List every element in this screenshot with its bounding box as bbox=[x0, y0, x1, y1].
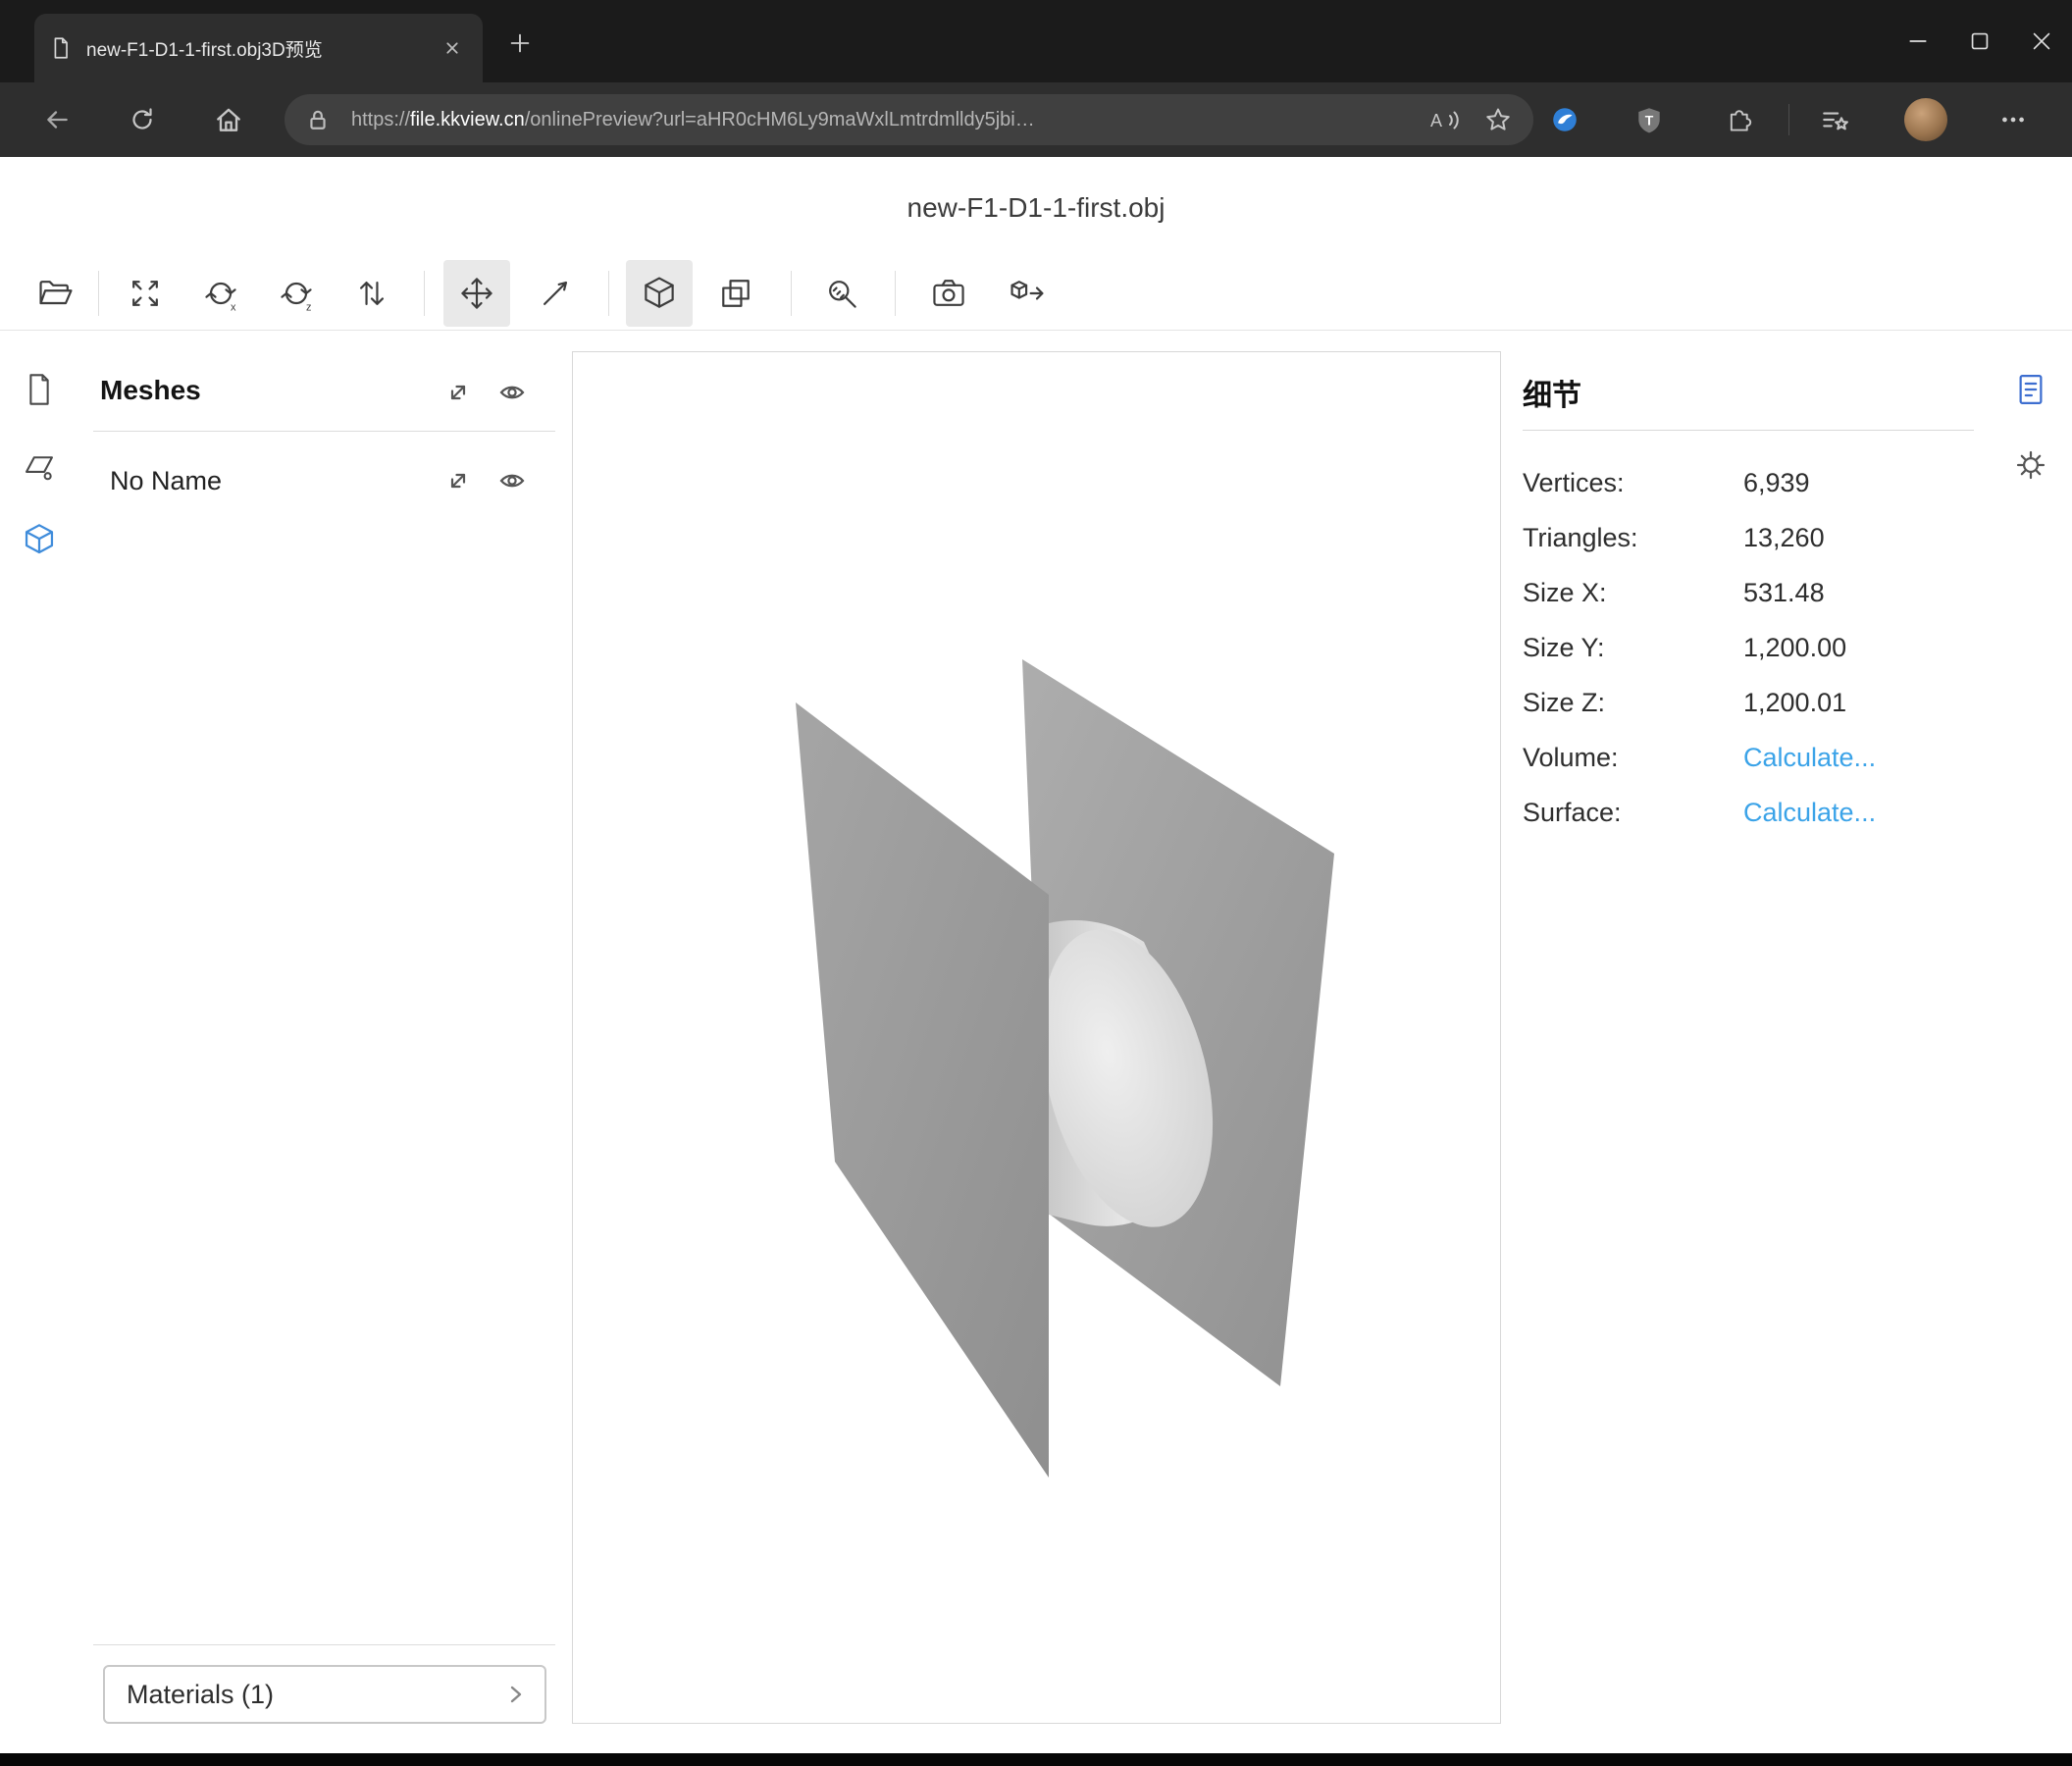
file-icon bbox=[48, 34, 74, 62]
new-tab-icon[interactable] bbox=[498, 22, 542, 65]
screenshot-icon[interactable] bbox=[915, 260, 982, 327]
orthographic-view-icon[interactable] bbox=[702, 260, 769, 327]
rotate-x-icon[interactable]: x bbox=[187, 260, 254, 327]
toolbar-separator bbox=[98, 271, 99, 316]
model-left-plane bbox=[796, 702, 1049, 1478]
lock-icon bbox=[306, 108, 330, 131]
mesh-list-item[interactable]: No Name bbox=[110, 466, 222, 496]
toolbar-separator bbox=[424, 271, 425, 316]
maximize-button[interactable] bbox=[1948, 0, 2010, 82]
panel-divider bbox=[93, 1644, 555, 1645]
fit-item-icon[interactable] bbox=[439, 461, 478, 500]
fit-all-icon[interactable] bbox=[439, 373, 478, 412]
favorites-bar-icon[interactable] bbox=[1813, 98, 1856, 141]
profile-avatar[interactable] bbox=[1904, 98, 1947, 141]
read-aloud-icon[interactable]: A bbox=[1427, 106, 1463, 133]
toolbar-separator bbox=[895, 271, 896, 316]
materials-button[interactable]: Materials (1) bbox=[103, 1665, 546, 1724]
browser-tab[interactable]: new-F1-D1-1-first.obj3D预览 bbox=[34, 14, 483, 82]
materials-icon[interactable] bbox=[12, 438, 67, 493]
details-row-vertices: Vertices: 6,939 bbox=[1523, 455, 1974, 510]
document-icon[interactable] bbox=[12, 362, 67, 417]
materials-button-label: Materials (1) bbox=[127, 1680, 274, 1710]
perspective-view-icon[interactable] bbox=[626, 260, 693, 327]
flip-vertical-icon[interactable] bbox=[338, 260, 405, 327]
svg-text:T: T bbox=[1645, 112, 1654, 128]
page-title: new-F1-D1-1-first.obj bbox=[0, 192, 2072, 224]
model-3d[interactable] bbox=[573, 352, 1500, 1723]
window-controls bbox=[1887, 0, 2072, 82]
open-file-icon[interactable] bbox=[23, 260, 89, 327]
details-icon[interactable] bbox=[2003, 362, 2058, 417]
measure-icon[interactable] bbox=[808, 260, 875, 327]
export-icon[interactable] bbox=[994, 260, 1061, 327]
panel-divider bbox=[1523, 430, 1974, 431]
more-menu-icon[interactable] bbox=[1992, 98, 2035, 141]
address-bar[interactable]: https://file.kkview.cn/onlinePreview?url… bbox=[285, 94, 1533, 145]
viewer-toolbar: x z bbox=[0, 257, 2072, 331]
back-icon[interactable] bbox=[35, 98, 78, 141]
home-icon[interactable] bbox=[207, 98, 250, 141]
meshes-header: Meshes bbox=[100, 375, 201, 406]
extensions-puzzle-icon[interactable] bbox=[1716, 98, 1759, 141]
move-tool-icon[interactable] bbox=[443, 260, 510, 327]
rotate-z-icon[interactable]: z bbox=[263, 260, 330, 327]
tab-close-icon[interactable] bbox=[436, 31, 469, 65]
viewport-3d[interactable] bbox=[572, 351, 1501, 1724]
details-row-size-x: Size X: 531.48 bbox=[1523, 565, 1974, 620]
calculate-surface-link[interactable]: Calculate... bbox=[1743, 798, 1876, 828]
details-row-size-z: Size Z: 1,200.01 bbox=[1523, 675, 1974, 730]
browser-toolbar: https://file.kkview.cn/onlinePreview?url… bbox=[0, 82, 2072, 157]
details-row-triangles: Triangles: 13,260 bbox=[1523, 510, 1974, 565]
details-row-size-y: Size Y: 1,200.00 bbox=[1523, 620, 1974, 675]
toolbar-separator bbox=[791, 271, 792, 316]
fit-view-icon[interactable] bbox=[112, 260, 179, 327]
translate-extension-icon[interactable] bbox=[1543, 98, 1586, 141]
panel-divider bbox=[93, 431, 555, 432]
tab-title: new-F1-D1-1-first.obj3D预览 bbox=[86, 35, 436, 62]
model-tree-icon[interactable] bbox=[12, 512, 67, 567]
svg-text:z: z bbox=[306, 301, 311, 313]
svg-text:A: A bbox=[1430, 111, 1442, 130]
details-header: 细节 bbox=[1523, 371, 1581, 414]
details-row-surface: Surface: Calculate... bbox=[1523, 785, 1974, 840]
chevron-right-icon bbox=[501, 1680, 531, 1709]
visibility-item-eye-icon[interactable] bbox=[492, 461, 532, 500]
toolbar-divider bbox=[1788, 104, 1789, 135]
slope-measure-icon[interactable] bbox=[522, 260, 589, 327]
browser-tab-strip: new-F1-D1-1-first.obj3D预览 bbox=[0, 0, 2072, 82]
svg-text:x: x bbox=[231, 301, 236, 313]
visibility-all-eye-icon[interactable] bbox=[492, 373, 532, 412]
tampermonkey-shield-icon[interactable]: T bbox=[1628, 98, 1671, 141]
details-row-volume: Volume: Calculate... bbox=[1523, 730, 1974, 785]
close-button[interactable] bbox=[2010, 0, 2072, 82]
minimize-button[interactable] bbox=[1887, 0, 1948, 82]
url-text[interactable]: https://file.kkview.cn/onlinePreview?url… bbox=[351, 109, 1406, 131]
settings-gear-icon[interactable] bbox=[2003, 438, 2058, 493]
window-bottom-edge bbox=[0, 1753, 2072, 1766]
calculate-volume-link[interactable]: Calculate... bbox=[1743, 743, 1876, 773]
favorite-star-icon[interactable] bbox=[1484, 106, 1512, 133]
toolbar-separator bbox=[608, 271, 609, 316]
refresh-icon[interactable] bbox=[121, 98, 164, 141]
